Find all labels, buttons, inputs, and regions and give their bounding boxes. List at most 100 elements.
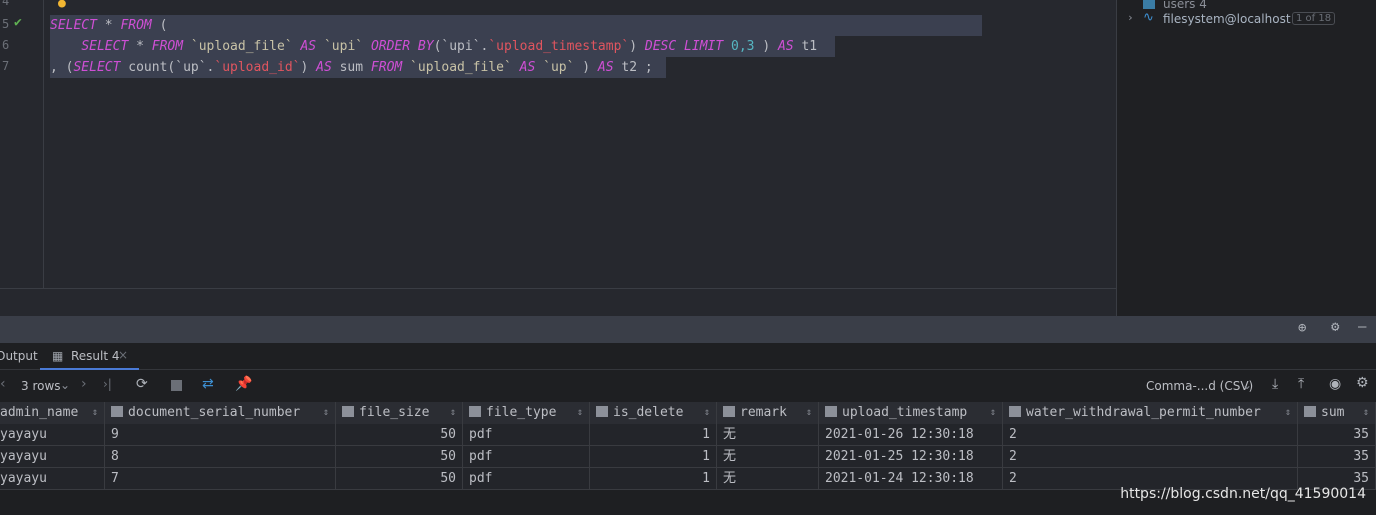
column-label: file_size — [359, 405, 430, 420]
last-page-icon[interactable]: ›| — [103, 377, 112, 391]
column-label: document_serial_number — [128, 405, 301, 420]
column-icon — [1009, 406, 1021, 417]
table-cell[interactable]: 无 — [717, 446, 819, 468]
table-cell[interactable]: 1 — [590, 424, 717, 446]
rows-selector[interactable]: 3 rows — [21, 379, 61, 393]
sort-icon[interactable]: ⇕ — [1363, 402, 1369, 424]
column-icon — [1304, 406, 1316, 417]
line-number: 6 — [2, 38, 10, 52]
upload-icon[interactable]: ⤒ — [1298, 376, 1304, 392]
table-cell[interactable]: 9 — [105, 424, 336, 446]
close-icon[interactable]: × — [118, 348, 128, 362]
column-header-document-serial-number[interactable]: document_serial_number ⇕ — [105, 402, 336, 424]
code-token: `upload_id` — [214, 60, 301, 75]
table-cell[interactable]: 无 — [717, 468, 819, 490]
chevron-down-icon: ⌄ — [60, 378, 71, 392]
table-cell[interactable]: 50 — [336, 446, 463, 468]
folder-icon — [1143, 0, 1155, 9]
gear-icon[interactable]: ⚙ — [1331, 319, 1339, 335]
table-cell[interactable]: pdf — [463, 446, 590, 468]
settings-icon[interactable]: ⚙ — [1356, 375, 1369, 391]
table-cell[interactable]: 2 — [1003, 424, 1298, 446]
column-header-is-delete[interactable]: is_delete ⇕ — [590, 402, 717, 424]
table-cell[interactable]: 1 — [590, 446, 717, 468]
column-header-sum[interactable]: sum ⇕ — [1298, 402, 1376, 424]
minimize-icon[interactable]: — — [1358, 319, 1366, 335]
table-cell[interactable]: 50 — [336, 468, 463, 490]
sort-icon[interactable]: ⇕ — [323, 402, 329, 424]
code-token: `upload_file` — [183, 39, 301, 54]
table-cell[interactable]: yayayu — [0, 424, 105, 446]
tree-item-users[interactable]: users 4 — [1163, 0, 1207, 11]
refresh-icon[interactable]: ⟳ — [136, 376, 148, 392]
export-format-select[interactable]: Comma-...d (CSV) — [1146, 379, 1253, 393]
code-token: ) — [762, 39, 778, 54]
code-line-5: SELECT * FROM ( — [50, 15, 982, 36]
column-header-file-size[interactable]: file_size ⇕ — [336, 402, 463, 424]
table-cell[interactable]: yayayu — [0, 446, 105, 468]
sort-icon[interactable]: ⇕ — [92, 402, 98, 424]
download-icon[interactable]: ⤓ — [1272, 376, 1278, 392]
table-cell[interactable]: 2 — [1003, 446, 1298, 468]
chevron-right-icon[interactable]: › — [1127, 11, 1134, 24]
stop-icon[interactable] — [171, 380, 182, 391]
pin-icon[interactable]: 📌 — [235, 376, 252, 392]
check-icon: ✔ — [14, 15, 22, 30]
column-header-remark[interactable]: remark ⇕ — [717, 402, 819, 424]
table-cell[interactable]: 8 — [105, 446, 336, 468]
table-cell[interactable]: 无 — [717, 424, 819, 446]
column-header-water-withdrawal-permit-number[interactable]: water_withdrawal_permit_number ⇕ — [1003, 402, 1298, 424]
table-cell[interactable]: pdf — [463, 468, 590, 490]
table-cell[interactable]: yayayu — [0, 468, 105, 490]
code-token: AS — [316, 60, 332, 75]
sort-icon[interactable]: ⇕ — [1285, 402, 1291, 424]
sort-icon[interactable]: ⇕ — [990, 402, 996, 424]
table-cell[interactable]: 35 — [1298, 446, 1376, 468]
code-token: ) — [300, 60, 317, 75]
table-row[interactable]: yayayu 9 50 pdf 1 无 2021-01-26 12:30:18 2 35 — [0, 424, 1376, 446]
code-token: SELECT — [73, 60, 121, 75]
lightbulb-icon[interactable]: ● — [58, 0, 66, 11]
code-token: count(`up`. — [120, 60, 215, 75]
column-header-admin-name[interactable]: admin_name ⇕ — [0, 402, 105, 424]
code-token: (`upi`. — [433, 39, 489, 54]
code-line-6: SELECT * FROM `upload_file` AS `upi` ORD… — [50, 36, 835, 57]
table-cell[interactable]: 35 — [1298, 424, 1376, 446]
table-cell[interactable]: 2021-01-24 12:30:18 — [819, 468, 1003, 490]
prev-page-icon[interactable]: ‹ — [0, 376, 6, 392]
table-cell[interactable]: 2021-01-25 12:30:18 — [819, 446, 1003, 468]
tab-output[interactable]: Output — [0, 349, 38, 363]
table-row[interactable]: yayayu 8 50 pdf 1 无 2021-01-25 12:30:18 2 35 — [0, 446, 1376, 468]
tab-result-4[interactable]: ▦ Result 4 × — [40, 343, 139, 370]
code-token: `upload_file` — [402, 60, 520, 75]
table-cell[interactable]: 2021-01-26 12:30:18 — [819, 424, 1003, 446]
eye-icon[interactable]: ◉ — [1329, 376, 1341, 392]
sort-icon[interactable]: ⇕ — [806, 402, 812, 424]
connection-name[interactable]: filesystem@localhost — [1163, 12, 1291, 26]
code-token: t1 — [793, 39, 818, 54]
sql-editor[interactable]: 4 5 6 7 ✔ ● SELECT * FROM ( SELECT * FRO… — [0, 0, 1116, 288]
column-label: remark — [740, 405, 787, 420]
code-token: FROM — [151, 39, 184, 54]
column-icon — [469, 406, 481, 417]
sort-icon[interactable]: ⇕ — [704, 402, 710, 424]
code-token: `upi` — [316, 39, 371, 54]
table-cell[interactable]: 50 — [336, 424, 463, 446]
sort-icon[interactable]: ⇕ — [450, 402, 456, 424]
code-token: ) — [629, 39, 645, 54]
column-header-upload-timestamp[interactable]: upload_timestamp ⇕ — [819, 402, 1003, 424]
transaction-icon[interactable]: ⇄ — [202, 376, 214, 392]
table-cell[interactable]: pdf — [463, 424, 590, 446]
sort-icon[interactable]: ⇕ — [577, 402, 583, 424]
table-icon: ▦ — [52, 349, 64, 363]
table-cell[interactable]: 7 — [105, 468, 336, 490]
crosshair-icon[interactable]: ⊕ — [1298, 320, 1306, 336]
column-header-file-type[interactable]: file_type ⇕ — [463, 402, 590, 424]
result-tabs: Output ▦ Result 4 × — [0, 343, 1376, 370]
tab-label: Result 4 — [71, 349, 120, 363]
table-cell[interactable]: 1 — [590, 468, 717, 490]
chevron-down-icon: ⌄ — [1242, 378, 1253, 392]
code-token: AS — [300, 39, 317, 54]
next-page-icon[interactable]: › — [81, 376, 87, 392]
